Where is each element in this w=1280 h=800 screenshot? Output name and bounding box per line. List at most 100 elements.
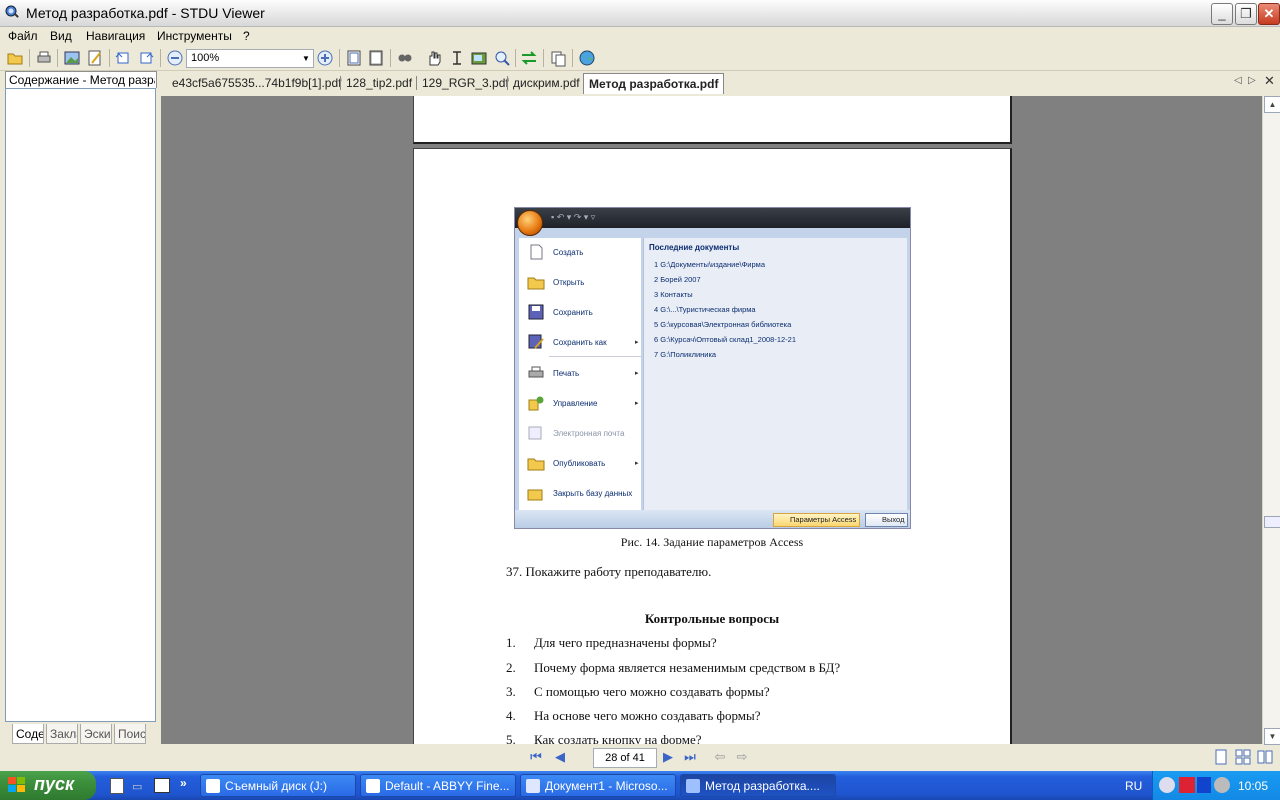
continuous-view-icon[interactable]	[1235, 749, 1251, 765]
toolbar-separator	[543, 49, 544, 67]
menu-tools[interactable]: Инструменты	[157, 29, 232, 43]
menu-view[interactable]: Вид	[50, 29, 72, 43]
facing-view-icon[interactable]	[1257, 749, 1273, 765]
close-tab-icon[interactable]: ✕	[1264, 73, 1275, 89]
app-icon	[5, 5, 19, 18]
menu-divider	[549, 356, 641, 357]
quicklaunch-drive-icon[interactable]: ▭	[132, 780, 142, 793]
toolbar: 100% ▼	[0, 46, 1280, 71]
tabs-scroll-right-icon[interactable]: ▷	[1248, 75, 1256, 86]
menu-file[interactable]: Файл	[8, 29, 38, 43]
scroll-thumb[interactable]	[1264, 516, 1280, 528]
page-number-field[interactable]: 28 of 41	[593, 748, 657, 768]
quicklaunch-more-icon[interactable]: »	[180, 776, 187, 790]
taskbar-item-stdu[interactable]: Метод разработка....	[680, 774, 836, 797]
text-export-icon[interactable]	[86, 49, 104, 67]
tray-back-icon[interactable]	[1159, 777, 1175, 793]
rotate-right-icon[interactable]	[137, 49, 155, 67]
doc-tab[interactable]: дискрим.pdf	[513, 73, 580, 93]
print-icon[interactable]	[35, 49, 53, 67]
previous-page-icon[interactable]: ◀	[551, 748, 569, 766]
actual-size-icon[interactable]	[345, 49, 363, 67]
stdu-viewer-icon	[686, 779, 700, 793]
question-text: Как создать кнопку на форме?	[534, 732, 702, 744]
start-button[interactable]: пуск	[0, 771, 96, 800]
zoom-select[interactable]: 100% ▼	[186, 49, 314, 68]
chevron-down-icon[interactable]: ▼	[299, 50, 313, 67]
tab-search[interactable]: Поиск	[114, 724, 146, 744]
hand-tool-icon[interactable]	[425, 49, 443, 67]
snapshot-icon[interactable]	[470, 49, 488, 67]
tray-sound-icon[interactable]	[1214, 777, 1230, 793]
contents-panel[interactable]	[5, 88, 156, 722]
restore-button[interactable]: ❐	[1235, 3, 1257, 25]
open-folder-icon[interactable]	[6, 49, 24, 67]
open-folder-icon	[527, 277, 545, 290]
pdf-page: ▪ ↶ ▾ ↷ ▾ ▿ Создать Открыть Сохранить Со…	[413, 148, 1012, 744]
zoom-value: 100%	[191, 52, 220, 64]
doc-tab[interactable]: 129_RGR_3.pdf	[422, 73, 509, 93]
question-text: На основе чего можно создавать формы?	[534, 708, 761, 723]
abbyy-icon	[366, 779, 380, 793]
vertical-scrollbar[interactable]: ▲ ▼	[1262, 96, 1280, 745]
taskbar-item-abbyy[interactable]: Default - ABBYY Fine...	[360, 774, 516, 797]
access-menu-item: Сохранить как	[553, 338, 607, 347]
scroll-down-icon[interactable]: ▼	[1264, 728, 1280, 745]
copy-icon[interactable]	[549, 49, 567, 67]
access-menu-item: Опубликовать	[553, 459, 606, 468]
drive-icon	[206, 779, 220, 793]
taskbar-item-removable-disk[interactable]: Съемный диск (J:)	[200, 774, 356, 797]
tabs-scroll-left-icon[interactable]: ◁	[1234, 75, 1242, 86]
fit-page-icon[interactable]	[367, 49, 385, 67]
previous-page	[413, 96, 1012, 144]
forward-icon[interactable]: ⇨	[733, 748, 751, 766]
question-number: 1.	[506, 635, 516, 650]
globe-icon[interactable]	[578, 49, 596, 67]
close-button[interactable]: ✕	[1258, 3, 1280, 25]
text-select-icon[interactable]	[448, 49, 466, 67]
tray-media-icon[interactable]	[1197, 777, 1211, 793]
scroll-up-icon[interactable]: ▲	[1264, 96, 1280, 113]
windows-logo-icon	[8, 777, 25, 792]
back-icon[interactable]: ⇦	[711, 748, 729, 766]
tray-antivirus-icon[interactable]	[1179, 777, 1195, 793]
tab-separator	[416, 76, 417, 90]
toolbar-separator	[339, 49, 340, 67]
recent-document: 6 G:\Курсач\Оптовый склад1_2008-12-21	[654, 335, 797, 344]
doc-tab-active[interactable]: Метод разработка.pdf	[583, 73, 725, 94]
zoom-out-icon[interactable]	[166, 49, 184, 67]
language-indicator[interactable]: RU	[1125, 779, 1142, 793]
quicklaunch-desktop-icon[interactable]	[154, 778, 170, 793]
tab-bookmarks[interactable]: Закладки	[46, 724, 78, 744]
sync-arrows-icon[interactable]	[520, 49, 538, 67]
quicklaunch-notepad-icon[interactable]	[110, 778, 124, 794]
image-export-icon[interactable]	[63, 49, 81, 67]
submenu-arrow-icon: ▸	[635, 370, 639, 377]
new-document-icon	[530, 244, 543, 260]
first-page-icon[interactable]: ⏮	[527, 748, 545, 766]
minimize-button[interactable]: _	[1211, 3, 1233, 25]
figure-caption: Рис. 14. Задание параметров Access	[620, 535, 804, 549]
recent-document: 3 Контакты	[654, 290, 693, 299]
doc-tab[interactable]: 128_tip2.pdf	[346, 73, 412, 93]
find-icon[interactable]	[396, 49, 414, 67]
question-text: Для чего предназначены формы?	[534, 635, 717, 650]
toolbar-separator	[160, 49, 161, 67]
recent-document: 7 G:\Поликлиника	[654, 350, 717, 359]
single-page-view-icon[interactable]	[1213, 749, 1229, 765]
access-screenshot: ▪ ↶ ▾ ↷ ▾ ▿ Создать Открыть Сохранить Со…	[514, 207, 911, 529]
document-viewer[interactable]: ▪ ↶ ▾ ↷ ▾ ▿ Создать Открыть Сохранить Со…	[161, 96, 1262, 744]
tab-contents[interactable]: Содержание	[12, 724, 44, 744]
rotate-left-icon[interactable]	[114, 49, 132, 67]
toolbar-separator	[29, 49, 30, 67]
zoom-tool-icon[interactable]	[493, 49, 511, 67]
menu-navigation[interactable]: Навигация	[86, 29, 145, 43]
tab-thumbnails[interactable]: Эскизы	[80, 724, 112, 744]
contents-panel-tab[interactable]: Содержание - Метод разработка.pdf	[5, 71, 157, 88]
next-page-icon[interactable]: ▶	[659, 748, 677, 766]
menu-help[interactable]: ?	[243, 29, 250, 43]
taskbar-item-word[interactable]: Документ1 - Microso...	[520, 774, 676, 797]
last-page-icon[interactable]: ⏭	[681, 748, 699, 766]
zoom-in-icon[interactable]	[316, 49, 334, 67]
doc-tab[interactable]: e43cf5a675535...74b1f9b[1].pdf	[172, 73, 341, 93]
